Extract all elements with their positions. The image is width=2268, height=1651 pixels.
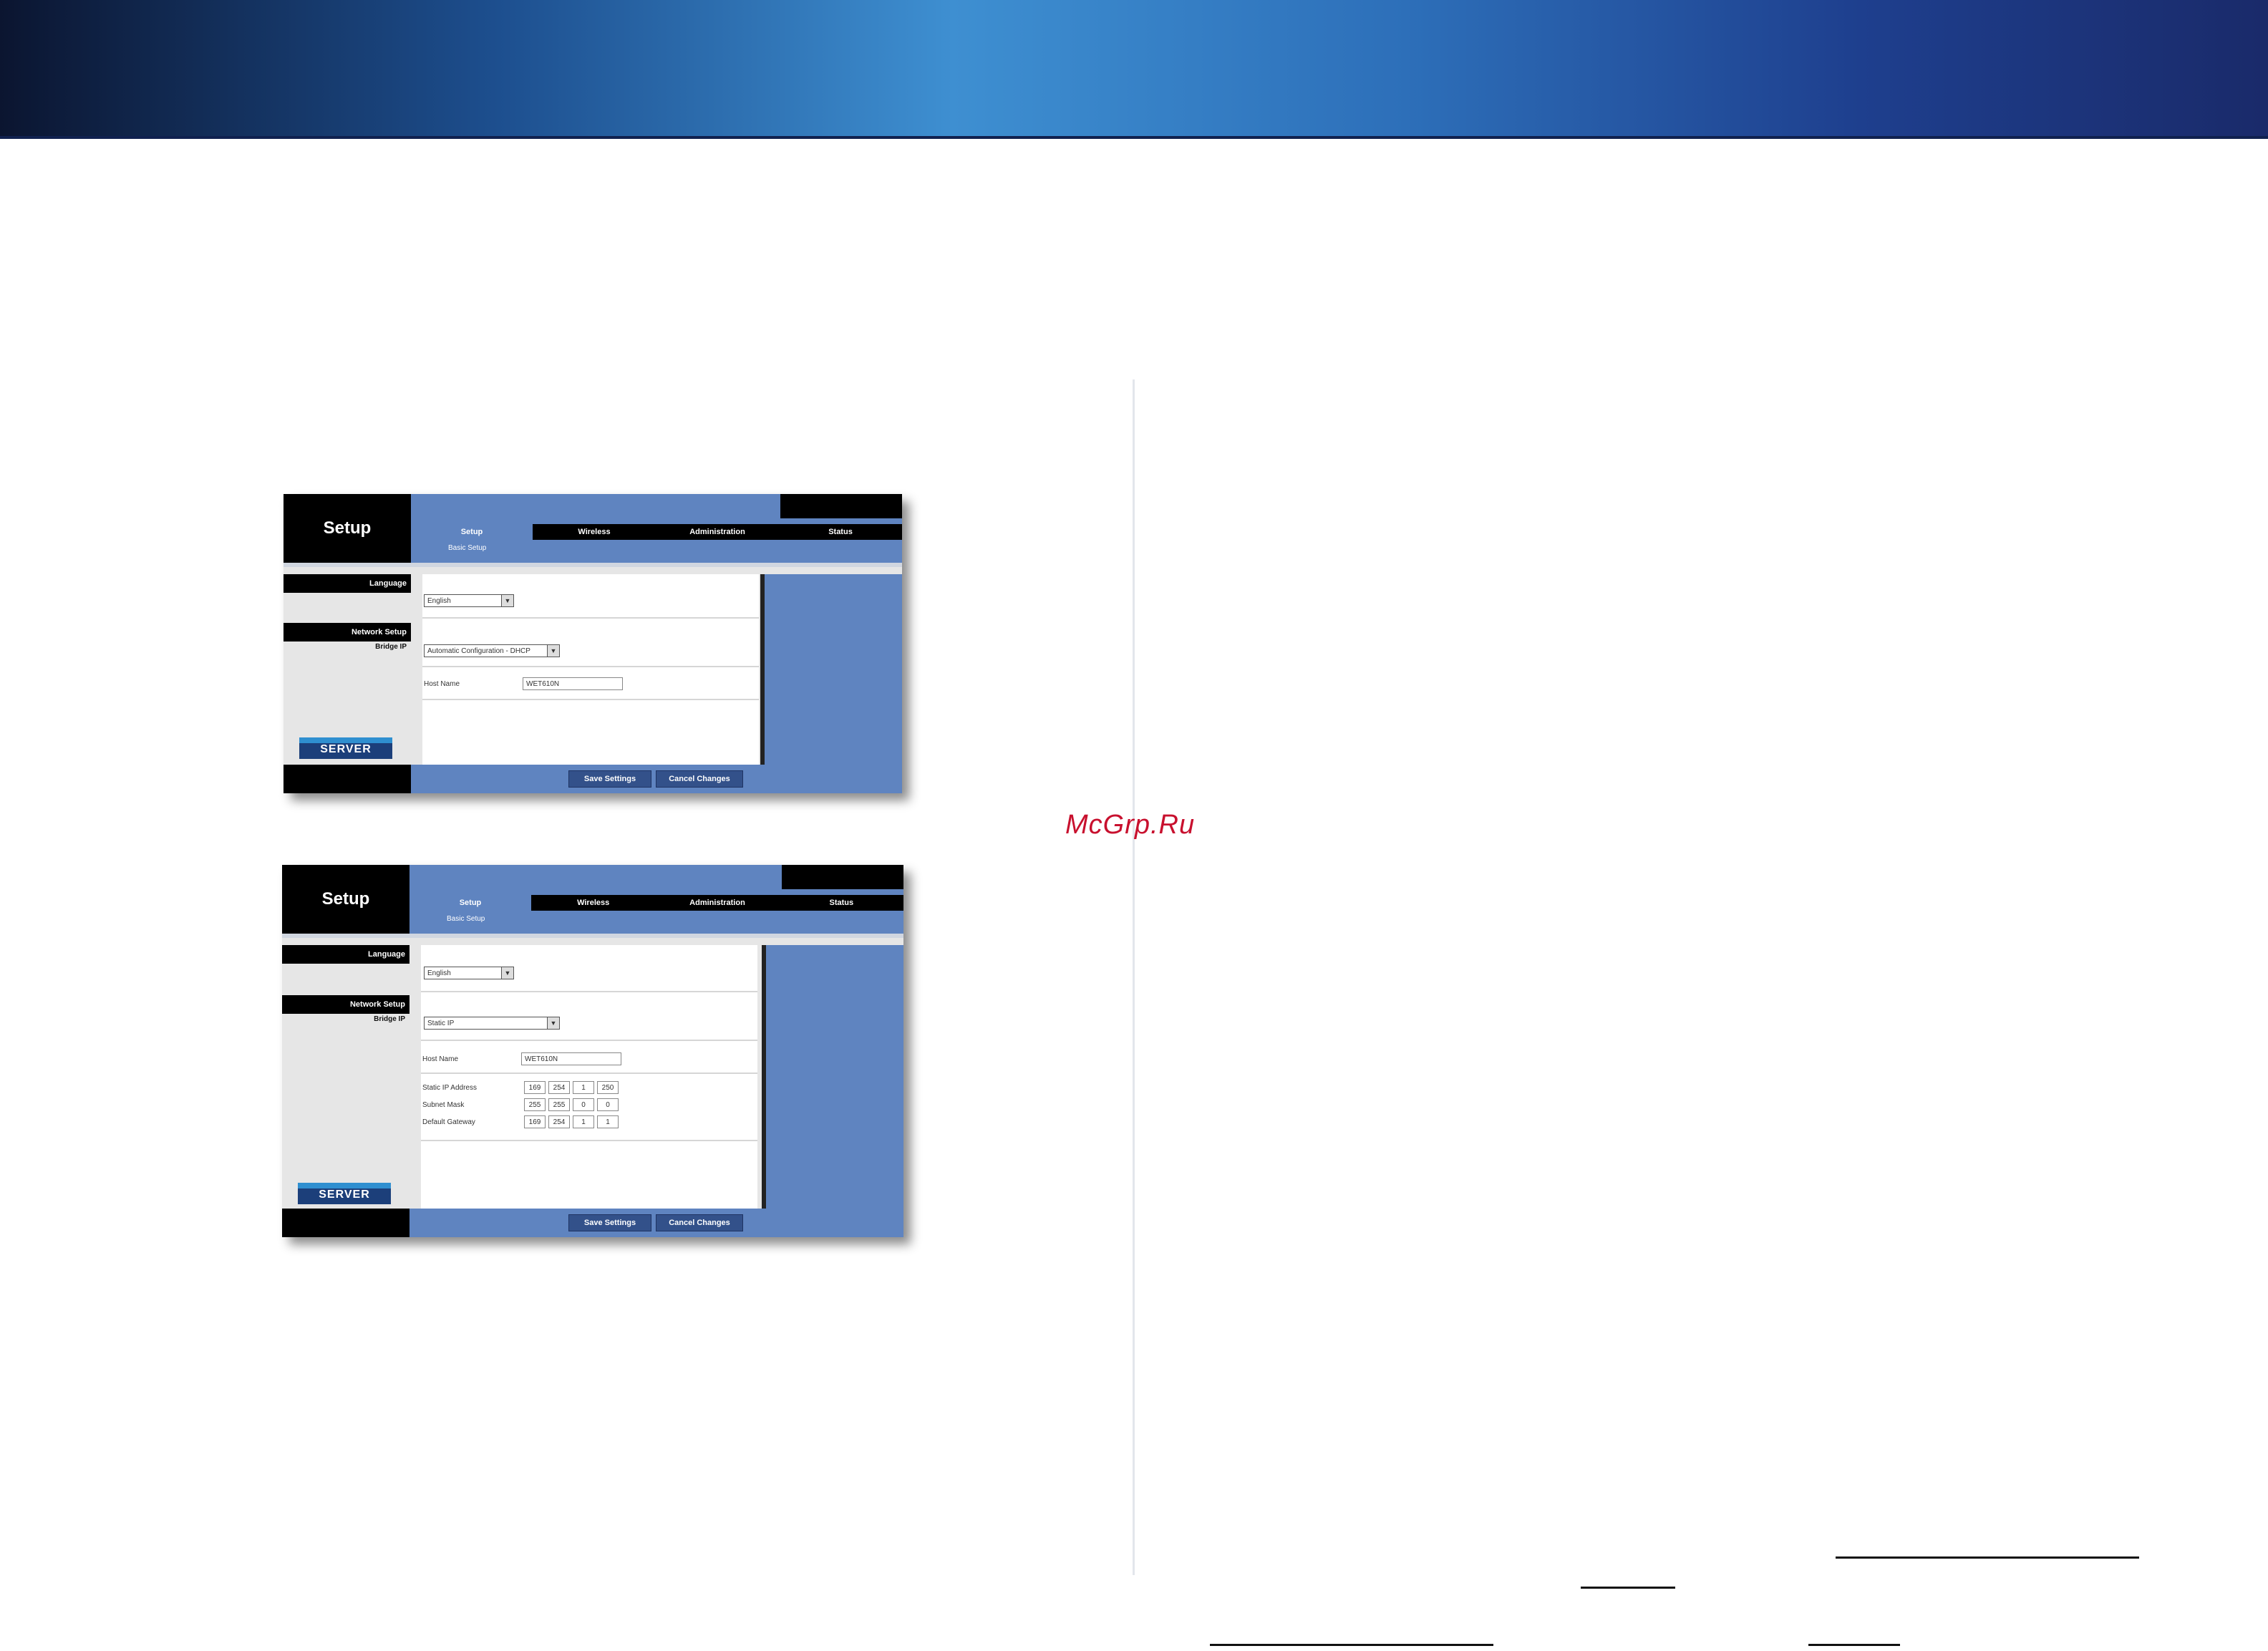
tab-setup[interactable]: Setup <box>410 895 531 911</box>
cancel-changes-button[interactable]: Cancel Changes <box>656 770 743 788</box>
cancel-changes-button[interactable]: Cancel Changes <box>656 1214 743 1231</box>
ip-mode-value: Automatic Configuration - DHCP <box>427 647 530 655</box>
host-name-label: Host Name <box>422 1055 459 1063</box>
web-server-badge: SERVER <box>299 737 392 759</box>
setup-screenshot-static: Setup Setup Wireless Administration Stat… <box>282 865 903 1237</box>
subnet-octet-2[interactable]: 255 <box>548 1098 570 1111</box>
static-ip-octet-1[interactable]: 169 <box>524 1081 546 1094</box>
tab-setup[interactable]: Setup <box>411 524 533 540</box>
tab-status[interactable]: Status <box>779 524 902 540</box>
content-pane <box>421 945 757 1209</box>
chevron-down-icon: ▼ <box>547 645 559 657</box>
tab-status[interactable]: Status <box>780 895 903 911</box>
subnet-octet-1[interactable]: 255 <box>524 1098 546 1111</box>
separator <box>282 934 903 938</box>
static-ip-octet-3[interactable]: 1 <box>573 1081 594 1094</box>
gateway-octet-3[interactable]: 1 <box>573 1115 594 1128</box>
subnet-octet-3[interactable]: 0 <box>573 1098 594 1111</box>
setup-screenshot-dhcp: Setup Setup Wireless Administration Stat… <box>284 494 902 793</box>
help-pane <box>760 574 902 765</box>
footer-rule <box>1836 1556 2139 1559</box>
sidebar-bridge-ip: Bridge IP <box>375 643 407 651</box>
web-server-badge: SERVER <box>298 1183 391 1204</box>
help-pane <box>762 945 903 1209</box>
header-banner <box>0 0 2268 139</box>
footer-rule <box>1808 1644 1900 1646</box>
ip-mode-select[interactable]: Automatic Configuration - DHCP ▼ <box>424 644 560 657</box>
chevron-down-icon: ▼ <box>501 595 513 606</box>
subtab-basic-setup[interactable]: Basic Setup <box>448 544 486 552</box>
gateway-octet-1[interactable]: 169 <box>524 1115 546 1128</box>
default-gateway-label: Default Gateway <box>422 1118 475 1126</box>
host-name-input[interactable]: WET610N <box>521 1052 621 1065</box>
chevron-down-icon: ▼ <box>547 1017 559 1029</box>
subnet-mask-label: Subnet Mask <box>422 1101 465 1109</box>
sidebar-network-setup: Network Setup <box>284 623 411 641</box>
tab-administration[interactable]: Administration <box>655 895 779 911</box>
column-divider <box>1133 379 1135 1575</box>
subtab-basic-setup[interactable]: Basic Setup <box>447 915 485 923</box>
tab-bar: Setup Wireless Administration Status <box>410 895 903 911</box>
tab-wireless[interactable]: Wireless <box>533 524 656 540</box>
language-select[interactable]: English ▼ <box>424 594 514 607</box>
host-name-label: Host Name <box>424 680 460 688</box>
ip-mode-select[interactable]: Static IP ▼ <box>424 1017 560 1030</box>
footer-rule <box>1210 1644 1493 1646</box>
chevron-down-icon: ▼ <box>501 967 513 979</box>
separator <box>284 563 902 567</box>
static-ip-label: Static IP Address <box>422 1084 477 1092</box>
host-name-input[interactable]: WET610N <box>523 677 623 690</box>
static-ip-octet-2[interactable]: 254 <box>548 1081 570 1094</box>
language-value: English <box>427 969 451 977</box>
sidebar-network-setup: Network Setup <box>282 995 410 1014</box>
gateway-octet-4[interactable]: 1 <box>597 1115 619 1128</box>
sidebar-bridge-ip: Bridge IP <box>374 1015 405 1023</box>
setup-title: Setup <box>282 865 410 934</box>
static-ip-octet-4[interactable]: 250 <box>597 1081 619 1094</box>
watermark-text: McGrp.Ru <box>1065 810 1196 840</box>
setup-title: Setup <box>284 494 411 563</box>
gateway-octet-2[interactable]: 254 <box>548 1115 570 1128</box>
footer-rule <box>1581 1587 1675 1589</box>
sidebar-language: Language <box>284 574 411 593</box>
sidebar-language: Language <box>282 945 410 964</box>
language-value: English <box>427 597 451 605</box>
tab-bar: Setup Wireless Administration Status <box>411 524 902 540</box>
tab-administration[interactable]: Administration <box>656 524 779 540</box>
tab-wireless[interactable]: Wireless <box>531 895 655 911</box>
subnet-octet-4[interactable]: 0 <box>597 1098 619 1111</box>
save-settings-button[interactable]: Save Settings <box>568 1214 651 1231</box>
language-select[interactable]: English ▼ <box>424 967 514 979</box>
ip-mode-value: Static IP <box>427 1020 455 1027</box>
save-settings-button[interactable]: Save Settings <box>568 770 651 788</box>
